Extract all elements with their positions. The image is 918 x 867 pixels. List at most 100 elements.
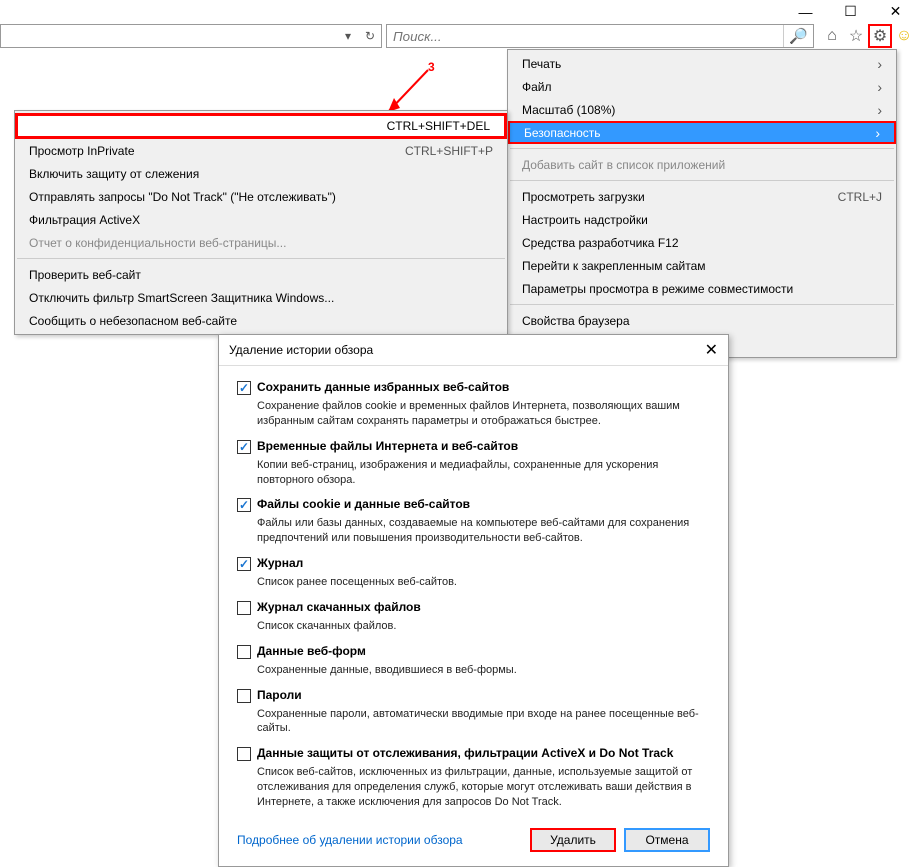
- checkbox[interactable]: [237, 381, 251, 395]
- checkbox-row: Файлы cookie и данные веб-сайтов: [237, 497, 710, 512]
- menu-compat-label: Параметры просмотра в режиме совместимос…: [522, 282, 793, 296]
- menu-safety-label: Безопасность: [524, 126, 601, 140]
- checkbox-row: Временные файлы Интернета и веб-сайтов: [237, 439, 710, 454]
- submenu-activex[interactable]: Фильтрация ActiveX: [15, 208, 507, 231]
- minimize-button[interactable]: —: [783, 0, 828, 23]
- submenu-smartscreen-label: Отключить фильтр SmartScreen Защитника W…: [29, 291, 334, 305]
- submenu-dnt-label: Отправлять запросы "Do Not Track" ("Не о…: [29, 190, 336, 204]
- checkbox[interactable]: [237, 440, 251, 454]
- dialog-body: Сохранить данные избранных веб-сайтов Сох…: [219, 366, 728, 824]
- cancel-button[interactable]: Отмена: [624, 828, 710, 852]
- checkbox[interactable]: [237, 557, 251, 571]
- learn-more-link[interactable]: Подробнее об удалении истории обзора: [237, 833, 463, 847]
- delete-history-dialog: Удаление истории обзора ✕ Сохранить данн…: [218, 334, 729, 867]
- checkbox-description: Сохраненные данные, вводившиеся в веб-фо…: [257, 663, 710, 678]
- address-dropdown-icon[interactable]: ▾: [337, 25, 359, 47]
- menu-downloads-shortcut: CTRL+J: [838, 190, 882, 204]
- menu-options-label: Свойства браузера: [522, 314, 630, 328]
- checkbox-description: Копии веб-страниц, изображения и медиафа…: [257, 458, 710, 488]
- tools-menu: Печать Файл Масштаб (108%) Безопасность …: [507, 49, 897, 358]
- menu-file[interactable]: Файл: [508, 75, 896, 98]
- menu-downloads[interactable]: Просмотреть загрузкиCTRL+J: [508, 185, 896, 208]
- gear-icon[interactable]: ⚙: [868, 24, 892, 48]
- menu-separator: [510, 180, 894, 181]
- checkbox-description: Список ранее посещенных веб-сайтов.: [257, 575, 710, 590]
- search-bar[interactable]: 🔎: [386, 24, 814, 48]
- menu-devtools[interactable]: Средства разработчика F12: [508, 231, 896, 254]
- checkbox-description: Сохраненные пароли, автоматически вводим…: [257, 707, 710, 737]
- submenu-dnt[interactable]: Отправлять запросы "Do Not Track" ("Не о…: [15, 185, 507, 208]
- maximize-button[interactable]: ☐: [828, 0, 873, 23]
- checkbox-row: Данные веб-форм: [237, 644, 710, 659]
- checkbox-row: Журнал скачанных файлов: [237, 600, 710, 615]
- menu-print[interactable]: Печать: [508, 52, 896, 75]
- submenu-smartscreen[interactable]: Отключить фильтр SmartScreen Защитника W…: [15, 286, 507, 309]
- submenu-inprivate-label: Просмотр InPrivate: [29, 144, 135, 158]
- submenu-check-site-label: Проверить веб-сайт: [29, 268, 141, 282]
- checkbox-label: Пароли: [257, 688, 302, 702]
- checkbox-label: Журнал скачанных файлов: [257, 600, 421, 614]
- window-controls: — ☐ ✕: [783, 0, 918, 23]
- feedback-icon[interactable]: ☺: [892, 24, 916, 48]
- menu-addons[interactable]: Настроить надстройки: [508, 208, 896, 231]
- menu-devtools-label: Средства разработчика F12: [522, 236, 679, 250]
- dialog-close-icon[interactable]: ✕: [705, 340, 718, 360]
- checkbox-label: Временные файлы Интернета и веб-сайтов: [257, 439, 518, 453]
- submenu-inprivate-shortcut: CTRL+SHIFT+P: [405, 144, 493, 158]
- menu-compat[interactable]: Параметры просмотра в режиме совместимос…: [508, 277, 896, 300]
- annotation-3: 3: [428, 60, 435, 74]
- menu-separator: [17, 258, 505, 259]
- menu-pinned-label: Перейти к закрепленным сайтам: [522, 259, 706, 273]
- checkbox-row: Сохранить данные избранных веб-сайтов: [237, 380, 710, 395]
- submenu-activex-label: Фильтрация ActiveX: [29, 213, 140, 227]
- address-bar[interactable]: ▾ ↻: [0, 24, 382, 48]
- menu-pinned[interactable]: Перейти к закрепленным сайтам: [508, 254, 896, 277]
- safety-submenu: Удалить журнал браузера... CTRL+SHIFT+DE…: [14, 110, 508, 335]
- toolbar: ▾ ↻ 🔎 ⌂ ☆ ⚙ ☺: [0, 23, 918, 49]
- checkbox-label: Данные защиты от отслеживания, фильтраци…: [257, 746, 673, 760]
- menu-safety[interactable]: Безопасность: [508, 121, 896, 144]
- home-icon[interactable]: ⌂: [820, 24, 844, 48]
- submenu-inprivate[interactable]: Просмотр InPrivate CTRL+SHIFT+P: [15, 139, 507, 162]
- address-input[interactable]: [1, 25, 337, 47]
- menu-zoom-label: Масштаб (108%): [522, 103, 615, 117]
- menu-zoom[interactable]: Масштаб (108%): [508, 98, 896, 121]
- submenu-tracking[interactable]: Включить защиту от слежения: [15, 162, 507, 185]
- menu-add-to-apps: Добавить сайт в список приложений: [508, 153, 896, 176]
- search-input[interactable]: [387, 25, 783, 47]
- checkbox-label: Файлы cookie и данные веб-сайтов: [257, 497, 470, 511]
- submenu-report-unsafe-label: Сообщить о небезопасном веб-сайте: [29, 314, 237, 328]
- checkbox-row: Пароли: [237, 688, 710, 703]
- checkbox[interactable]: [237, 601, 251, 615]
- checkbox[interactable]: [237, 747, 251, 761]
- checkbox[interactable]: [237, 498, 251, 512]
- submenu-delete-history-label: Удалить журнал браузера...: [32, 119, 187, 133]
- menu-print-label: Печать: [522, 57, 561, 71]
- menu-separator: [510, 304, 894, 305]
- checkbox[interactable]: [237, 645, 251, 659]
- submenu-check-site[interactable]: Проверить веб-сайт: [15, 263, 507, 286]
- refresh-icon[interactable]: ↻: [359, 25, 381, 47]
- checkbox-row: Журнал: [237, 556, 710, 571]
- checkbox-description: Сохранение файлов cookie и временных фай…: [257, 399, 710, 429]
- checkbox-label: Данные веб-форм: [257, 644, 366, 658]
- checkbox-description: Файлы или базы данных, создаваемые на ко…: [257, 516, 710, 546]
- submenu-privacy-report: Отчет о конфиденциальности веб-страницы.…: [15, 231, 507, 254]
- favorites-icon[interactable]: ☆: [844, 24, 868, 48]
- checkbox-label: Сохранить данные избранных веб-сайтов: [257, 380, 509, 394]
- search-go-icon[interactable]: 🔎: [783, 25, 813, 47]
- submenu-privacy-report-label: Отчет о конфиденциальности веб-страницы.…: [29, 236, 286, 250]
- checkbox-row: Данные защиты от отслеживания, фильтраци…: [237, 746, 710, 761]
- submenu-delete-history[interactable]: Удалить журнал браузера... CTRL+SHIFT+DE…: [15, 113, 507, 139]
- close-window-button[interactable]: ✕: [873, 0, 918, 23]
- checkbox-description: Список веб-сайтов, исключенных из фильтр…: [257, 765, 710, 810]
- toolbar-icons: ⌂ ☆ ⚙ ☺: [818, 24, 918, 48]
- delete-button[interactable]: Удалить: [530, 828, 616, 852]
- dialog-titlebar: Удаление истории обзора ✕: [219, 335, 728, 365]
- menu-options[interactable]: Свойства браузера: [508, 309, 896, 332]
- submenu-report-unsafe[interactable]: Сообщить о небезопасном веб-сайте: [15, 309, 507, 332]
- checkbox[interactable]: [237, 689, 251, 703]
- checkbox-label: Журнал: [257, 556, 303, 570]
- checkbox-description: Список скачанных файлов.: [257, 619, 710, 634]
- submenu-delete-history-shortcut: CTRL+SHIFT+DEL: [387, 119, 490, 133]
